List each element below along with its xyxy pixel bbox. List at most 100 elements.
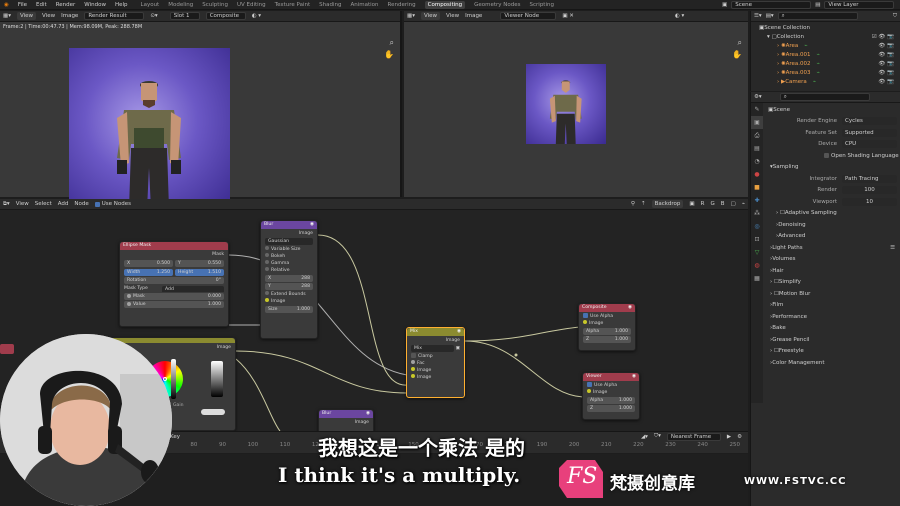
- data-tab-icon[interactable]: ▽: [751, 246, 763, 259]
- preview-icon[interactable]: ◉: [457, 328, 461, 336]
- world-tab-icon[interactable]: ●: [751, 168, 763, 181]
- film-panel[interactable]: › Film: [764, 300, 900, 312]
- tab-uv-editing[interactable]: UV Editing: [237, 2, 266, 8]
- mask-input-field[interactable]: Mask 0.000: [124, 293, 224, 300]
- mix-title[interactable]: Mix ◉: [407, 328, 464, 336]
- preview-icon[interactable]: ◉: [628, 304, 632, 312]
- view-dropdown[interactable]: View: [16, 12, 37, 20]
- image-selector[interactable]: Render Result: [84, 12, 145, 20]
- menu-edit[interactable]: Edit: [36, 2, 47, 8]
- blur2-title[interactable]: Blur ◉: [319, 410, 373, 418]
- image-selector[interactable]: Viewer Node: [500, 12, 557, 20]
- material-tab-icon[interactable]: ◍: [751, 259, 763, 272]
- advanced-panel[interactable]: › Advanced: [764, 231, 900, 243]
- left-viewer-canvas[interactable]: Frame:2 | Time:00:47.73 | Mem:98.09M, Pe…: [0, 22, 400, 209]
- playback-sync-select[interactable]: Nearest Frame: [666, 432, 721, 441]
- tab-texture-paint[interactable]: Texture Paint: [275, 2, 311, 8]
- play-icon[interactable]: ▶: [727, 434, 731, 440]
- alpha-field[interactable]: Alpha 1.000: [583, 328, 631, 335]
- z-field[interactable]: Z 1.000: [587, 405, 635, 412]
- tab-geometry-nodes[interactable]: Geometry Nodes: [474, 2, 520, 8]
- menu-file[interactable]: File: [18, 2, 27, 8]
- filter-icon[interactable]: ⛉▾: [654, 433, 661, 440]
- width-field[interactable]: Width 1.250: [124, 269, 173, 276]
- playhead-toggle-icon[interactable]: ◢▾: [641, 434, 648, 440]
- osl-checkbox[interactable]: Open Shading Language: [764, 150, 900, 162]
- use-alpha-icon[interactable]: ▣: [456, 346, 460, 351]
- gain-value-slider[interactable]: [211, 361, 223, 397]
- gain-color-swatch[interactable]: [201, 409, 225, 415]
- blur-y-field[interactable]: Y 288: [265, 283, 313, 290]
- viewer-node[interactable]: Viewer ◉ Use Alpha Image Alpha 1.000 Z 1.00…: [582, 372, 640, 420]
- sampling-panel-header[interactable]: ▾ Sampling: [764, 162, 900, 174]
- physics-tab-icon[interactable]: ◎: [751, 220, 763, 233]
- tool-tab-icon[interactable]: ✎: [751, 103, 763, 116]
- alpha-field[interactable]: Alpha 1.000: [587, 397, 635, 404]
- denoising-panel[interactable]: › Denoising: [764, 219, 900, 231]
- pan-hand-icon[interactable]: ✋: [732, 50, 742, 59]
- tab-scripting[interactable]: Scripting: [530, 2, 554, 8]
- tab-sculpting[interactable]: Sculpting: [202, 2, 228, 8]
- image-menu[interactable]: Image: [61, 13, 78, 19]
- hair-panel[interactable]: › Hair: [764, 265, 900, 277]
- bokeh-option[interactable]: Bokeh: [265, 253, 313, 260]
- composite-node[interactable]: Composite ◉ Use Alpha Image Alpha 1.000 Z 1…: [578, 303, 636, 351]
- properties-search[interactable]: ⌕: [779, 93, 870, 101]
- outliner-item[interactable]: › ✺ Area.002 ⌁ 👁 📷: [759, 59, 900, 68]
- visibility-icon[interactable]: ☑ 👁 📷: [872, 34, 894, 40]
- use-alpha-option[interactable]: Use Alpha: [587, 382, 635, 389]
- ellipse-mask-node[interactable]: Ellipse Mask Mask X 0.500 Y 0.550 Width 1.2…: [119, 241, 229, 327]
- outliner-item[interactable]: ▣ Scene Collection: [759, 23, 900, 32]
- tab-rendering[interactable]: Rendering: [388, 2, 416, 8]
- outliner-item[interactable]: › ▶ Camera ⌁ 👁 📷: [759, 77, 900, 86]
- render-tab-icon[interactable]: ▣: [751, 116, 763, 129]
- visibility-icon[interactable]: 👁 📷: [878, 79, 894, 85]
- view-layer-selector[interactable]: View Layer: [824, 1, 895, 9]
- rotation-field[interactable]: Rotation 0°: [124, 277, 224, 284]
- blur-title[interactable]: Blur ◉: [261, 221, 317, 229]
- blur-x-field[interactable]: X 288: [265, 275, 313, 282]
- offscreen-node[interactable]: [0, 344, 14, 354]
- visibility-icon[interactable]: 👁 📷: [878, 43, 894, 49]
- outliner-item[interactable]: › ✺ Area.003 ⌁ 👁 📷: [759, 68, 900, 77]
- pin-icon[interactable]: ⊙▾: [150, 13, 157, 19]
- variable-size-option[interactable]: Variable Size: [265, 246, 313, 253]
- outliner-item[interactable]: ▾ ▢ Collection ☑ 👁 📷: [759, 32, 900, 41]
- tab-layout[interactable]: Layout: [141, 2, 160, 8]
- scene-tab-icon[interactable]: ◔: [751, 155, 763, 168]
- mask-type-select[interactable]: Add: [162, 286, 224, 292]
- keying-menu[interactable]: Key: [170, 434, 180, 440]
- render-samples-field[interactable]: 100: [842, 186, 897, 195]
- height-field[interactable]: Height 1.510: [175, 269, 224, 276]
- display-channels-icon[interactable]: ◐ ▾: [675, 13, 684, 19]
- z-field[interactable]: Z 1.000: [583, 336, 631, 343]
- right-viewer-canvas[interactable]: ⌕ ✋: [404, 22, 748, 197]
- blur-node[interactable]: Blur ◉ Image Gaussian Variable Size Bokeh…: [260, 220, 318, 339]
- composite-title[interactable]: Composite ◉: [579, 304, 635, 312]
- blender-logo-icon[interactable]: ◉: [4, 2, 9, 8]
- outliner-item[interactable]: › ✺ Area ⌁ 👁 📷: [759, 41, 900, 50]
- zoom-icon[interactable]: ⌕: [738, 38, 742, 48]
- extend-bounds-option[interactable]: Extend Bounds: [265, 291, 313, 298]
- menu-help[interactable]: Help: [115, 2, 128, 8]
- motion-blur-panel[interactable]: › ☐ Motion Blur: [764, 288, 900, 300]
- view-dropdown[interactable]: View: [420, 12, 441, 20]
- color-management-panel[interactable]: › Color Management: [764, 357, 900, 369]
- x-field[interactable]: X 0.500: [124, 260, 173, 267]
- performance-panel[interactable]: › Performance: [764, 311, 900, 323]
- scene-selector[interactable]: Scene: [731, 1, 812, 9]
- view-menu[interactable]: View: [42, 13, 55, 19]
- menu-window[interactable]: Window: [84, 2, 106, 8]
- tab-shading[interactable]: Shading: [319, 2, 341, 8]
- zoom-icon[interactable]: ⌕: [390, 38, 394, 48]
- frame-icon[interactable]: ⚙: [737, 434, 742, 440]
- display-mode-icon[interactable]: ▤▾: [766, 13, 774, 19]
- simplify-panel[interactable]: › ☐ Simplify: [764, 277, 900, 289]
- tab-animation[interactable]: Animation: [350, 2, 378, 8]
- image-menu[interactable]: Image: [465, 13, 482, 19]
- preview-icon[interactable]: ◉: [310, 221, 314, 229]
- render-engine-select[interactable]: Cycles: [842, 117, 897, 126]
- bake-panel[interactable]: › Bake: [764, 323, 900, 335]
- blur-node-2[interactable]: Blur ◉ Image: [318, 409, 374, 431]
- pan-hand-icon[interactable]: ✋: [384, 50, 394, 59]
